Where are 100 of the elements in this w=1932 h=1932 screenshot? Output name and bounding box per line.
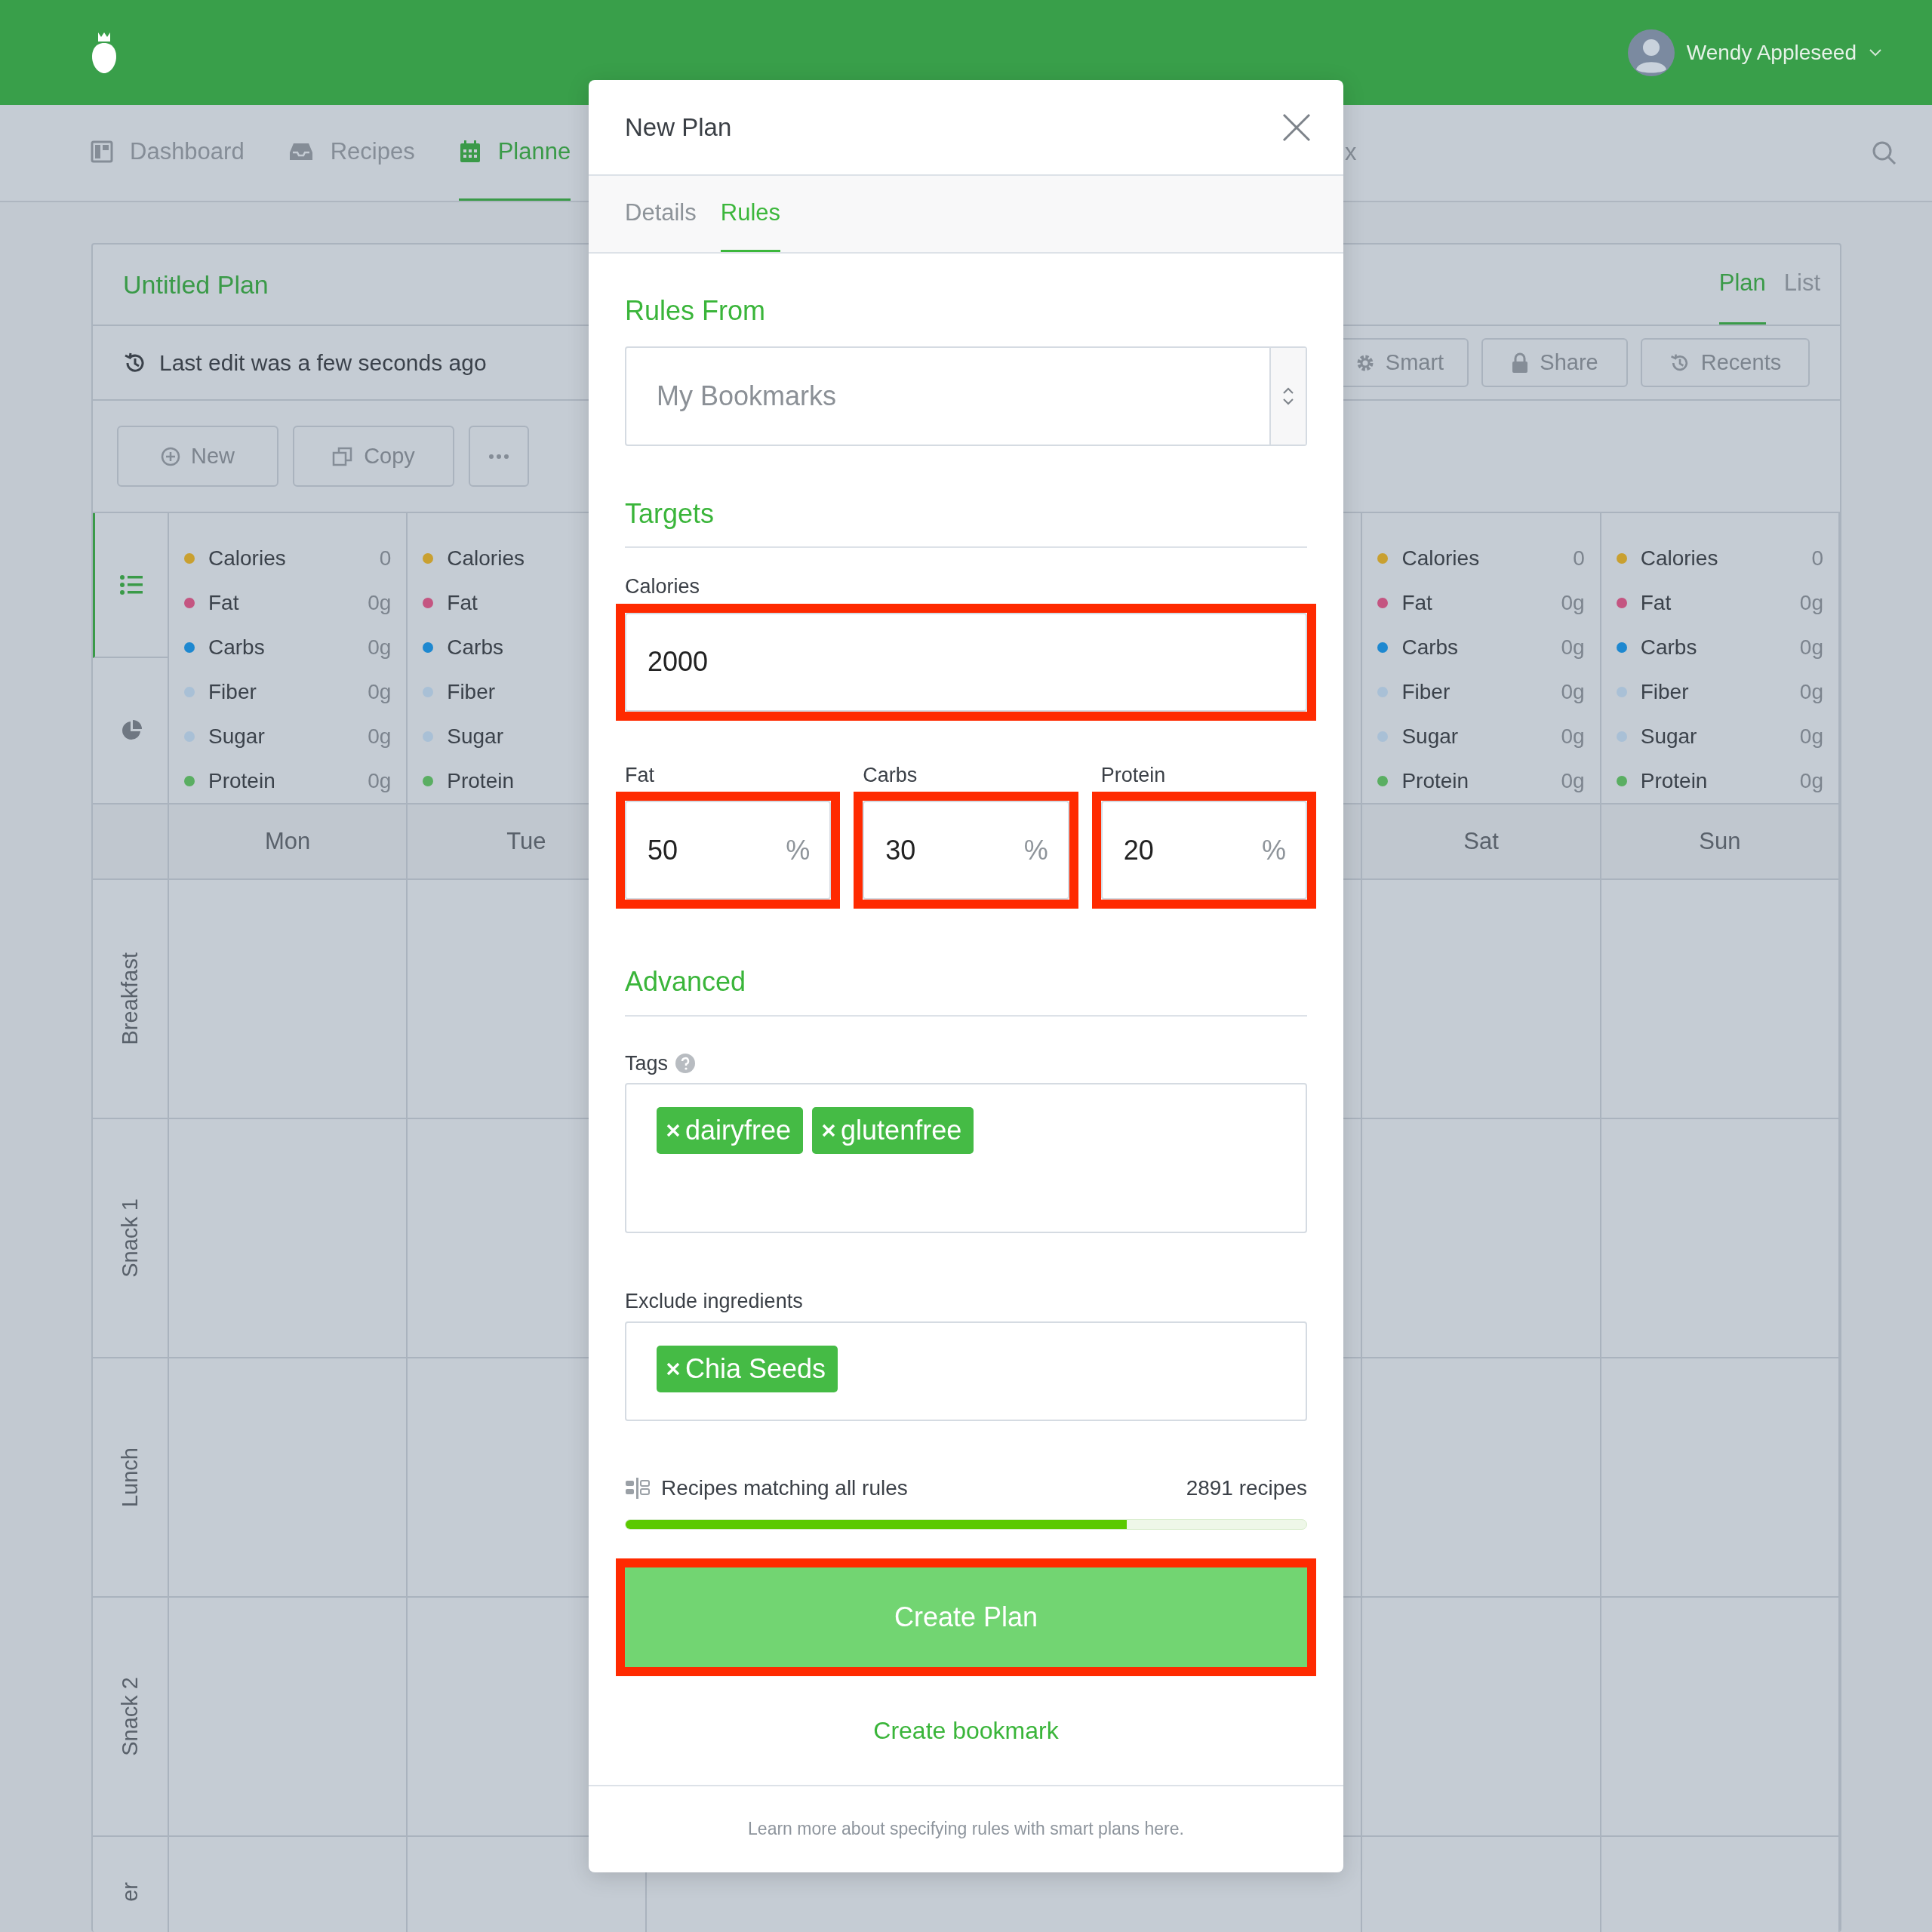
nutrient-value: 0g [1561, 723, 1585, 749]
nutrient-label: Calories [208, 545, 286, 571]
view-tab[interactable]: Plan [1718, 245, 1766, 325]
nutrient-value: 0g [1799, 723, 1823, 749]
field-label: Carbs [863, 762, 918, 788]
nutrient-label: Fiber [447, 678, 496, 705]
day-heading: Sun [1699, 826, 1741, 856]
nutrient-value: 0g [1561, 678, 1585, 705]
chevron-icon [1869, 48, 1882, 57]
day-heading: Mon [265, 826, 311, 856]
plan-title: Untitled Plan [123, 269, 269, 300]
nutrient-label: Calories [447, 545, 525, 571]
side-tab[interactable] [93, 513, 168, 658]
nav-tab[interactable]: x [1345, 135, 1357, 171]
nutrient-value: 0g [1561, 589, 1585, 616]
remove-icon[interactable] [666, 1361, 681, 1377]
bookmark-link[interactable]: Create bookmark [873, 1716, 1059, 1744]
nutrient-label: Protein [1401, 768, 1469, 794]
tag-input-field[interactable]: Chia Seeds [625, 1321, 1307, 1421]
nutrient-label: Carbs [1401, 634, 1459, 660]
nutrient-value: 0g [1561, 634, 1585, 660]
nav-tab[interactable]: Planne [458, 105, 571, 201]
avatar-icon [1627, 29, 1675, 76]
unit-label: % [1262, 833, 1286, 867]
dashboard-icon [91, 140, 113, 163]
columns-icon [625, 1477, 651, 1499]
create-plan-button[interactable]: Create Plan [625, 1567, 1307, 1667]
select-field[interactable]: My Bookmarks [625, 346, 1307, 447]
meal-label: Lunch [116, 1447, 143, 1507]
nutrient-label: Sugar [447, 723, 503, 749]
stepper-button[interactable] [1269, 348, 1306, 445]
here-link[interactable]: here [1144, 1819, 1180, 1839]
ellipsis-icon [488, 453, 509, 460]
nutrient-value: 0g [368, 768, 392, 794]
nutrient-label: Fiber [208, 678, 257, 705]
section-heading: Advanced [625, 965, 747, 998]
nutrient-value: 0g [1799, 589, 1823, 616]
nutrient-label: Fat [1401, 589, 1432, 616]
toolbar-button[interactable]: Share [1481, 338, 1628, 387]
field-label: Protein [1100, 762, 1167, 788]
tag-chip[interactable]: glutenfree [812, 1107, 974, 1155]
nutrient-value: 0g [368, 678, 392, 705]
nutrient-label: Protein [1640, 768, 1708, 794]
footer-note: Learn more about specifying rules with smart plans here. [748, 1818, 1184, 1841]
nutrient-label: Carbs [1640, 634, 1697, 660]
day-heading: Sat [1463, 826, 1499, 856]
lock-icon [1511, 352, 1530, 374]
list-icon [119, 574, 143, 595]
nutrient-label: Sugar [1401, 723, 1459, 749]
more-button[interactable] [469, 426, 529, 487]
tag-chip[interactable]: Chia Seeds [657, 1345, 838, 1392]
nutrient-label: Sugar [208, 723, 265, 749]
nutrient-label: Calories [1401, 545, 1480, 571]
nav-tab[interactable]: Dashboard [91, 105, 245, 201]
toolbar-button[interactable]: Copy [293, 426, 454, 487]
last-edit-text: Last edit was a few seconds ago [159, 349, 487, 377]
copy-icon [332, 445, 354, 467]
recipe-count: 2891 recipes [1186, 1475, 1307, 1501]
nutrient-label: Fiber [1640, 678, 1689, 705]
nutrient-label: Fat [1640, 589, 1672, 616]
nutrient-value: 0g [1799, 678, 1823, 705]
nutrient-label: Fat [447, 589, 478, 616]
nutrient-label: Sugar [1640, 723, 1697, 749]
section-heading: Targets [625, 497, 715, 531]
unit-label: % [1023, 833, 1048, 867]
input-field[interactable]: 2000 [625, 612, 1307, 712]
calendar-icon [458, 140, 481, 164]
remove-icon[interactable] [821, 1123, 837, 1139]
nutrient-value: 0g [1561, 768, 1585, 794]
close-icon [1282, 112, 1311, 142]
field-label: Tags [625, 1051, 669, 1076]
nutrient-value: 0 [1811, 545, 1823, 571]
nutrient-value: 0g [1799, 634, 1823, 660]
meal-label: Snack 1 [116, 1198, 143, 1278]
nav-tab[interactable]: Recipes [288, 105, 415, 201]
nutrient-label: Protein [447, 768, 514, 794]
dialog-tab[interactable]: Details [625, 176, 697, 252]
tag-input-field[interactable]: dairyfree glutenfree [625, 1083, 1307, 1234]
dialog-tab[interactable]: Rules [720, 176, 781, 252]
toolbar-button[interactable]: New [117, 426, 278, 487]
search-icon[interactable] [1872, 140, 1897, 166]
section-heading: Rules From [625, 294, 767, 328]
nutrient-label: Calories [1640, 545, 1718, 571]
meal-label: Breakfast [116, 952, 143, 1045]
nutrient-label: Carbs [447, 634, 503, 660]
tray-icon [288, 141, 314, 162]
view-tab[interactable]: List [1783, 245, 1820, 325]
unit-label: % [786, 833, 811, 867]
meal-label: Snack 2 [116, 1677, 143, 1756]
toolbar-button[interactable]: Recents [1641, 338, 1810, 387]
field-label: Calories [625, 574, 701, 600]
user-menu[interactable]: Wendy Appleseed [1627, 29, 1882, 76]
tag-chip[interactable]: dairyfree [657, 1107, 804, 1155]
nutrient-value: 0g [368, 589, 392, 616]
remove-icon[interactable] [666, 1123, 681, 1139]
nutrient-label: Fiber [1401, 678, 1451, 705]
field-label: Fat [625, 762, 655, 788]
day-heading: Tue [506, 826, 546, 856]
help-icon [675, 1053, 696, 1073]
meal-label: er [116, 1882, 143, 1902]
